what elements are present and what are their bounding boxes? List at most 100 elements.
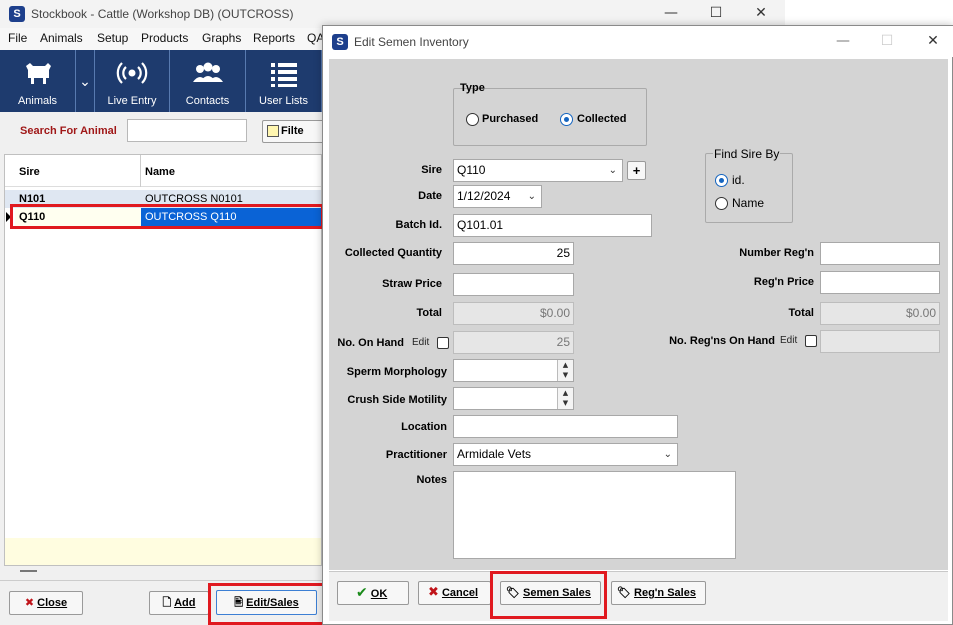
- stockbook-logo-icon: S: [9, 6, 25, 22]
- radio-find-by-name[interactable]: [715, 197, 728, 210]
- number-regn-label: Number Reg'n: [739, 247, 814, 259]
- sire-select[interactable]: Q110 ⌄: [453, 159, 623, 182]
- minimize-icon[interactable]: —: [828, 31, 858, 51]
- ok-button-label: OK: [370, 588, 388, 600]
- splitter-handle[interactable]: [20, 570, 37, 572]
- table-row-selected[interactable]: Q110 OUTCROSS Q110: [5, 208, 321, 226]
- main-window-title: Stockbook - Cattle (Workshop DB) (OUTCRO…: [31, 7, 294, 21]
- no-on-hand-edit-checkbox[interactable]: [437, 337, 449, 349]
- no-regns-on-hand-edit-checkbox[interactable]: [805, 335, 817, 347]
- toolbar-user-lists-button[interactable]: User Lists: [246, 50, 322, 112]
- semen-sales-button-label: Semen Sales: [523, 587, 591, 599]
- cancel-button[interactable]: ✖ Cancel: [418, 581, 491, 605]
- spin-down-icon[interactable]: ▼: [558, 370, 573, 380]
- no-on-hand-edit-label: Edit: [412, 337, 430, 348]
- main-titlebar[interactable]: S Stockbook - Cattle (Workshop DB) (OUTC…: [0, 0, 785, 28]
- location-input[interactable]: [453, 415, 678, 438]
- menu-setup[interactable]: Setup: [97, 31, 128, 45]
- dialog-titlebar[interactable]: S Edit Semen Inventory — ☐ ✕: [323, 26, 953, 57]
- toolbar-animals-dropdown[interactable]: ⌄: [76, 50, 95, 112]
- spin-down-icon[interactable]: ▼: [558, 398, 573, 408]
- number-regn-input[interactable]: [820, 242, 940, 265]
- toolbar-user-lists-label: User Lists: [259, 95, 308, 107]
- total-label: Total: [416, 307, 442, 319]
- stockbook-logo-icon: S: [332, 34, 348, 50]
- grid-header: Sire Name: [5, 155, 321, 187]
- chevron-down-icon: ⌄: [79, 74, 91, 90]
- crush-side-motility-stepper[interactable]: ▲ ▼: [453, 387, 574, 410]
- regn-price-input[interactable]: [820, 271, 940, 294]
- radio-find-by-id[interactable]: [715, 174, 728, 187]
- cow-icon: [0, 60, 75, 94]
- grid-cell-sire: Q110: [15, 208, 141, 226]
- radio-find-by-name-label: Name: [732, 196, 765, 210]
- row-pointer-icon: [6, 212, 11, 222]
- close-x-icon: ✖: [24, 596, 35, 609]
- sperm-morphology-stepper[interactable]: ▲ ▼: [453, 359, 574, 382]
- radio-purchased-label: Purchased: [482, 113, 539, 125]
- chevron-down-icon: ⌄: [527, 191, 536, 202]
- toolbar-contacts-label: Contacts: [185, 95, 230, 107]
- batch-id-label: Batch Id.: [395, 219, 442, 231]
- close-button[interactable]: ✖ Close: [9, 591, 83, 615]
- date-picker[interactable]: 1/12/2024 ⌄: [453, 185, 542, 208]
- find-sire-by-title: Find Sire By: [713, 147, 781, 161]
- maximize-icon[interactable]: ☐: [701, 3, 731, 23]
- grid-cell-sire: N101: [19, 193, 46, 205]
- dialog-footer: ✔ OK ✖ Cancel 🏷 Semen Sales 🏷 Reg'n Sale…: [329, 571, 948, 621]
- semen-sales-button[interactable]: 🏷 Semen Sales: [500, 581, 601, 605]
- sperm-morphology-label: Sperm Morphology: [346, 366, 447, 378]
- practitioner-select[interactable]: Armidale Vets ⌄: [453, 443, 678, 466]
- close-button-label: Close: [37, 597, 68, 609]
- sire-value: Q110: [457, 163, 486, 177]
- edit-document-icon: 🖹: [234, 596, 244, 609]
- total-value: $0.00: [453, 302, 574, 325]
- add-button-label: Add: [174, 597, 196, 609]
- ok-button[interactable]: ✔ OK: [337, 581, 409, 605]
- ticket-icon: 🏷: [506, 586, 520, 599]
- maximize-icon: ☐: [880, 33, 894, 49]
- people-icon: [170, 60, 245, 94]
- collected-quantity-input[interactable]: 25: [453, 242, 574, 265]
- toolbar-animals-button[interactable]: Animals: [0, 50, 76, 112]
- animal-grid: Sire Name N101 OUTCROSS N0101 Q110 OUTCR…: [4, 154, 322, 566]
- close-icon[interactable]: ✕: [746, 3, 776, 23]
- add-sire-button[interactable]: +: [627, 161, 646, 180]
- type-groupbox-title: Type: [460, 82, 485, 94]
- toolbar-contacts-button[interactable]: Contacts: [170, 50, 246, 112]
- new-document-icon: 🗋: [162, 596, 172, 609]
- notes-textarea[interactable]: [453, 471, 736, 559]
- grid-col-name[interactable]: Name: [141, 155, 321, 187]
- table-row[interactable]: N101 OUTCROSS N0101: [5, 190, 321, 208]
- spinner-buttons[interactable]: ▲ ▼: [557, 360, 573, 381]
- menu-products[interactable]: Products: [141, 31, 188, 45]
- edit-semen-inventory-dialog: S Edit Semen Inventory — ☐ ✕ Type Purcha…: [322, 25, 953, 625]
- minimize-icon[interactable]: —: [656, 3, 686, 23]
- chevron-down-icon: ⌄: [663, 449, 672, 460]
- menu-animals[interactable]: Animals: [40, 31, 83, 45]
- regn-total-label: Total: [788, 307, 814, 319]
- spin-up-icon[interactable]: ▲: [558, 360, 573, 370]
- search-input[interactable]: [127, 119, 247, 142]
- radio-purchased[interactable]: [466, 113, 479, 126]
- straw-price-input[interactable]: [453, 273, 574, 296]
- regn-sales-button[interactable]: 🏷 Reg'n Sales: [611, 581, 706, 605]
- grid-col-sire[interactable]: Sire: [15, 155, 141, 187]
- menu-file[interactable]: File: [8, 31, 27, 45]
- toolbar-live-entry-button[interactable]: Live Entry: [95, 50, 170, 112]
- edit-sales-button-label: Edit/Sales: [246, 597, 299, 609]
- add-button[interactable]: 🗋 Add: [149, 591, 209, 615]
- practitioner-value: Armidale Vets: [457, 447, 532, 461]
- location-label: Location: [401, 421, 447, 433]
- dialog-title: Edit Semen Inventory: [354, 35, 469, 49]
- menu-reports[interactable]: Reports: [253, 31, 295, 45]
- spin-up-icon[interactable]: ▲: [558, 388, 573, 398]
- spinner-buttons[interactable]: ▲ ▼: [557, 388, 573, 409]
- regn-price-label: Reg'n Price: [753, 276, 814, 288]
- cancel-x-icon: ✖: [428, 585, 439, 600]
- edit-sales-button[interactable]: 🖹 Edit/Sales: [216, 590, 317, 615]
- close-icon[interactable]: ✕: [918, 31, 948, 51]
- radio-collected[interactable]: [560, 113, 573, 126]
- batch-id-input[interactable]: Q101.01: [453, 214, 652, 237]
- menu-graphs[interactable]: Graphs: [202, 31, 241, 45]
